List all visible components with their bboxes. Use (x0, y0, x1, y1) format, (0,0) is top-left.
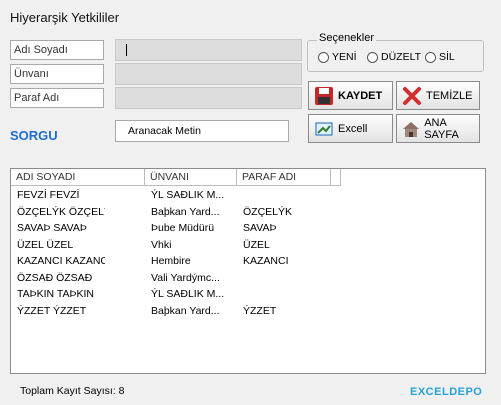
list-item[interactable]: TAÞKIN TAÞKIN ÝL SAĐLIK M... (11, 287, 485, 303)
cell-title: ÝL SAĐLIK M... (151, 288, 225, 300)
search-label: SORGU (10, 128, 58, 143)
search-input[interactable]: Aranacak Metin (115, 120, 289, 142)
cell-name: ÜZEL ÜZEL (17, 238, 74, 251)
cell-paraf: KAZANCI (243, 255, 289, 267)
title-input[interactable] (115, 63, 302, 85)
cell-title: Baþkan Yard... (151, 205, 220, 218)
cell-paraf: SAVAÞ (243, 222, 277, 234)
brand-logo-part2: DEPO (449, 386, 483, 398)
cell-paraf: ÝZZET (243, 304, 277, 317)
excel-export-icon (313, 118, 335, 140)
radio-delete-label: SİL (439, 51, 455, 63)
save-button-label: KAYDET (338, 89, 383, 102)
cell-title: ÝL SAĐLIK M... (151, 189, 225, 201)
options-legend: Seçenekler (317, 32, 377, 44)
record-count: Toplam Kayıt Sayısı: 8 (20, 385, 125, 397)
floppy-disk-icon (313, 85, 335, 107)
red-x-icon (401, 85, 423, 107)
list-item[interactable]: KAZANCI KAZANCI Hembire KAZANCI (11, 254, 485, 270)
cell-name: FEVZİ FEVZİ (17, 189, 80, 201)
records-list[interactable]: ADI SOYADI ÜNVANI PARAF ADI FEVZİ FEVZİ Ý… (10, 168, 486, 374)
cell-name: ÖZSAĐ ÖZSAĐ (17, 271, 93, 284)
column-header-spacer (331, 169, 341, 186)
home-button[interactable]: ANA SAYFA (396, 114, 480, 143)
cell-name: SAVAÞ SAVAÞ (17, 222, 87, 234)
cell-title: Vali Yardýmc... (151, 271, 220, 284)
cell-name: KAZANCI KAZANCI (17, 255, 105, 267)
clear-button-label: TEMİZLE (426, 89, 473, 102)
paraf-label: Paraf Adı (10, 88, 104, 108)
cell-title: Baþkan Yard... (151, 304, 220, 317)
text-cursor (126, 44, 127, 56)
column-header-name[interactable]: ADI SOYADI (11, 169, 145, 186)
cell-name: ÖZÇELÝK ÖZÇELÝ (17, 205, 105, 218)
cell-name: TAÞKIN TAÞKIN (17, 288, 95, 300)
list-item[interactable]: ÖZÇELÝK ÖZÇELÝ Baþkan Yard... ÖZÇELÝK (11, 205, 485, 221)
name-label: Adı Soyadı (10, 40, 104, 60)
name-input[interactable] (115, 39, 302, 61)
list-item[interactable]: FEVZİ FEVZİ ÝL SAĐLIK M... (11, 188, 485, 204)
cell-title: Vhki (151, 238, 172, 251)
radio-new[interactable]: YENİ (318, 51, 357, 63)
radio-delete[interactable]: SİL (425, 51, 455, 63)
column-header-title[interactable]: ÜNVANI (145, 169, 237, 186)
excel-button[interactable]: Excell (308, 114, 393, 143)
cell-title: Hembire (151, 255, 191, 267)
house-icon (401, 118, 421, 140)
radio-edit[interactable]: DÜZELT (367, 51, 421, 63)
cell-name: ÝZZET ÝZZET (17, 304, 87, 317)
radio-delete-circle[interactable] (425, 51, 436, 63)
home-button-label: ANA SAYFA (424, 116, 459, 141)
brand-logo: EXCELDEPO (410, 386, 482, 398)
paraf-input[interactable] (115, 87, 302, 109)
cell-title: Þube Müdürü (151, 222, 215, 234)
cell-paraf: ÖZÇELÝK (243, 205, 293, 218)
radio-new-label: YENİ (332, 51, 357, 63)
cell-paraf: ÜZEL (243, 238, 270, 251)
radio-edit-circle[interactable] (367, 51, 378, 63)
title-label: Ünvanı (10, 64, 104, 84)
list-item[interactable]: ÝZZET ÝZZET Baþkan Yard... ÝZZET (11, 304, 485, 320)
window-title: Hiyerarşik Yetkililer (10, 10, 120, 25)
radio-edit-label: DÜZELT (381, 51, 422, 63)
list-item[interactable]: SAVAÞ SAVAÞ Þube Müdürü SAVAÞ (11, 221, 485, 237)
column-header-paraf[interactable]: PARAF ADI (237, 169, 331, 186)
list-item[interactable]: ÖZSAĐ ÖZSAĐ Vali Yardýmc... (11, 271, 485, 287)
radio-new-circle[interactable] (318, 51, 329, 63)
brand-logo-part1: EXCEL (410, 386, 450, 398)
clear-button[interactable]: TEMİZLE (396, 81, 480, 110)
excel-button-label: Excell (338, 122, 368, 135)
list-item[interactable]: ÜZEL ÜZEL Vhki ÜZEL (11, 238, 485, 254)
save-button[interactable]: KAYDET (308, 81, 393, 110)
